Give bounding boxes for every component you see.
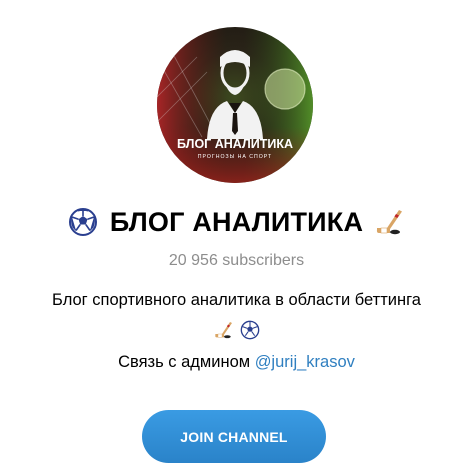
avatar-banner-title: БЛОГ АНАЛИТИКА [177, 137, 293, 151]
soccer-ball-icon [68, 207, 98, 237]
description-icons [0, 319, 473, 341]
hockey-stick-icon [375, 207, 405, 237]
channel-title-row: БЛОГ АНАЛИТИКА [0, 202, 473, 242]
avatar-banner-subtitle: ПРОГНОЗЫ НА СПОРТ [198, 154, 272, 160]
channel-preview-page: БЛОГ АНАЛИТИКА ПРОГНОЗЫ НА СПОРТ БЛОГ АН… [0, 0, 473, 469]
channel-title: БЛОГ АНАЛИТИКА [109, 206, 364, 237]
join-channel-button[interactable]: JOIN CHANNEL [142, 410, 326, 463]
admin-username-link[interactable]: @jurij_krasov [255, 353, 355, 371]
channel-avatar: БЛОГ АНАЛИТИКА ПРОГНОЗЫ НА СПОРТ [157, 27, 313, 183]
contact-prefix: Связь с админом [118, 353, 255, 371]
hockey-stick-icon [214, 320, 234, 340]
contact-line: Связь с админом @jurij_krasov [0, 353, 473, 372]
soccer-ball-icon [240, 320, 260, 340]
subscriber-count: 20 956 subscribers [168, 252, 305, 269]
channel-description: Блог спортивного аналитика в области бет… [52, 291, 421, 309]
